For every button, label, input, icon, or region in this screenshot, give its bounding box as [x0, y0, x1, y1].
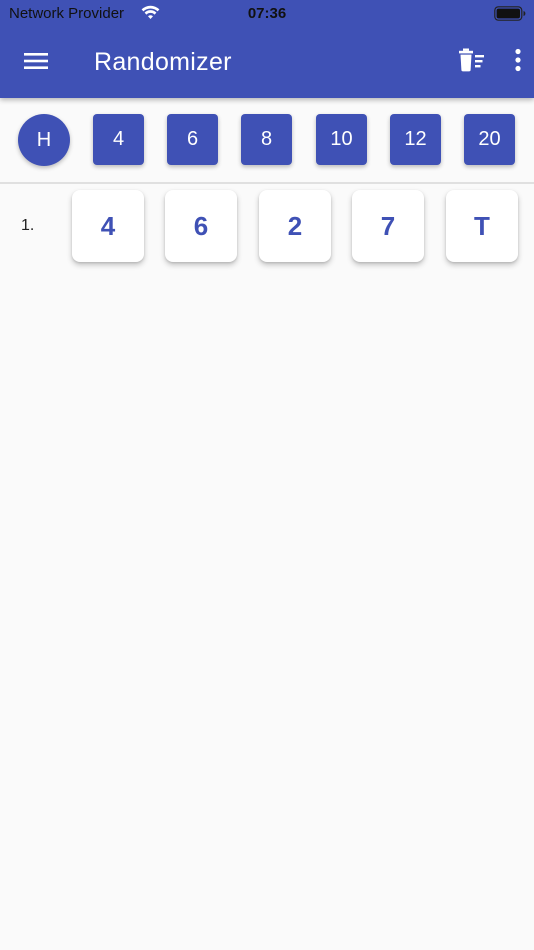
app-title: Randomizer [94, 48, 232, 76]
menu-button[interactable] [16, 44, 56, 82]
more-options-button[interactable] [506, 46, 530, 78]
d12-button[interactable]: 12 [390, 114, 441, 165]
app-bar: Network Provider 07:36 Randomizer [0, 0, 534, 98]
d4-button[interactable]: 4 [93, 114, 144, 165]
menu-icon [23, 51, 49, 76]
d6-button[interactable]: 6 [167, 114, 218, 165]
dice-selector: H 4 6 8 10 12 20 [0, 98, 534, 182]
status-bar: Network Provider 07:36 [0, 0, 534, 28]
result-card: 2 [259, 190, 331, 262]
result-card: 4 [72, 190, 144, 262]
result-card: T [446, 190, 518, 262]
d20-button[interactable]: 20 [464, 114, 515, 165]
clear-results-button[interactable] [455, 46, 489, 78]
result-card: 6 [165, 190, 237, 262]
clear-all-icon [458, 47, 486, 78]
d10-button[interactable]: 10 [316, 114, 367, 165]
more-vert-icon [514, 48, 522, 77]
battery-icon [494, 6, 526, 21]
d8-button[interactable]: 8 [241, 114, 292, 165]
result-row: 1. 4 6 2 7 T [0, 188, 534, 264]
result-row-index: 1. [21, 217, 35, 234]
coin-flip-button[interactable]: H [18, 114, 70, 166]
divider [0, 182, 534, 184]
result-card: 7 [352, 190, 424, 262]
status-time: 07:36 [247, 5, 287, 22]
